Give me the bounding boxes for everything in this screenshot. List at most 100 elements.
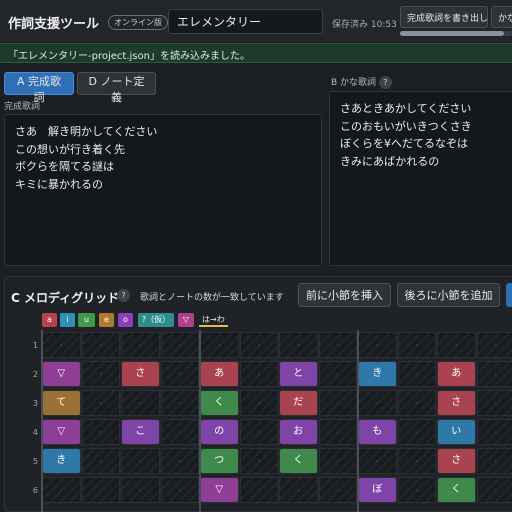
grid-note[interactable]: き xyxy=(359,362,396,386)
grid-note[interactable]: き xyxy=(43,449,80,473)
grid-note[interactable]: つ xyxy=(201,449,238,473)
grid-cell[interactable]: · xyxy=(397,390,436,416)
grid-note[interactable]: さ xyxy=(438,391,475,415)
grid-cell[interactable]: · xyxy=(476,419,512,445)
grid-note[interactable]: お xyxy=(280,420,317,444)
grid-status: 歌詞とノートの数が一致しています xyxy=(140,293,284,303)
save-status: 保存済み 10:53 xyxy=(332,20,397,30)
grid-cell[interactable]: · xyxy=(121,448,160,474)
legend-chip: ?（仮） xyxy=(138,313,174,327)
grid-cell[interactable]: · xyxy=(160,419,199,445)
grid-cell[interactable]: · xyxy=(42,477,81,503)
kana-line: さあときあかしてください xyxy=(340,102,472,115)
grid-note[interactable]: く xyxy=(201,391,238,415)
grid-cell[interactable]: · xyxy=(318,419,357,445)
final-lyrics-textarea[interactable]: さあ 解き明かしてください この想いが行き着く先 ボクらを隔てる謎は キミに暴か… xyxy=(4,114,322,266)
insert-measure-before-button[interactable]: 前に小節を挿入 xyxy=(298,283,391,307)
grid-cell[interactable]: · xyxy=(81,419,120,445)
grid-note[interactable]: あ xyxy=(201,362,238,386)
grid-cell[interactable]: · xyxy=(160,390,199,416)
grid-cell[interactable]: · xyxy=(81,361,120,387)
grid-cell[interactable]: · xyxy=(397,448,436,474)
grid-note[interactable]: さ xyxy=(438,449,475,473)
grid-action-button[interactable] xyxy=(506,283,512,307)
grid-cell[interactable]: · xyxy=(318,477,357,503)
kana-lyrics-label: B かな歌詞 xyxy=(331,78,377,88)
grid-cell[interactable]: · xyxy=(160,448,199,474)
help-icon[interactable]: ? xyxy=(117,289,130,302)
grid-cell[interactable]: · xyxy=(81,448,120,474)
kana-export-button[interactable]: かな xyxy=(491,6,512,28)
grid-cell[interactable]: · xyxy=(160,477,199,503)
tab-final-lyrics[interactable]: A 完成歌詞 xyxy=(4,72,74,104)
help-icon[interactable]: ? xyxy=(378,76,392,89)
add-measure-after-button[interactable]: 後ろに小節を追加 xyxy=(397,283,500,307)
grid-note[interactable]: ▽ xyxy=(43,420,80,444)
grid-cell[interactable]: · xyxy=(397,419,436,445)
grid-cell[interactable]: · xyxy=(279,332,318,358)
grid-note[interactable]: と xyxy=(280,362,317,386)
grid-note[interactable]: く xyxy=(438,478,475,502)
grid-cell[interactable]: · xyxy=(397,361,436,387)
grid-cell[interactable]: · xyxy=(81,390,120,416)
grid-cell[interactable]: · xyxy=(42,332,81,358)
grid-cell[interactable]: · xyxy=(397,477,436,503)
grid-note[interactable]: い xyxy=(438,420,475,444)
app-title: 作詞支援ツール xyxy=(8,17,100,32)
grid-cell[interactable]: · xyxy=(476,477,512,503)
grid-cell[interactable]: · xyxy=(81,332,120,358)
grid-cell[interactable]: · xyxy=(476,448,512,474)
grid-cell[interactable]: · xyxy=(476,361,512,387)
grid-note[interactable]: ぼ xyxy=(359,478,396,502)
grid-cell[interactable]: · xyxy=(437,332,476,358)
grid-cell[interactable]: · xyxy=(239,332,278,358)
grid-cell[interactable]: · xyxy=(318,332,357,358)
grid-cell[interactable]: · xyxy=(239,477,278,503)
grid-cell[interactable]: · xyxy=(318,361,357,387)
grid-cell[interactable]: · xyxy=(239,419,278,445)
grid-note[interactable]: の xyxy=(201,420,238,444)
grid-note[interactable]: て xyxy=(43,391,80,415)
grid-cell[interactable]: · xyxy=(121,477,160,503)
grid-note[interactable]: ▽ xyxy=(43,362,80,386)
row-number: 3 xyxy=(32,399,38,408)
kana-lyrics-textarea[interactable]: さあときあかしてください このおもいがいきつくさき ぼくらを¥へだてるなぞは き… xyxy=(329,91,512,266)
grid-note[interactable]: く xyxy=(280,449,317,473)
legend-chip: u xyxy=(78,313,95,327)
grid-note[interactable]: も xyxy=(359,420,396,444)
load-notice: 「エレメンタリー-project.json」を読み込みました。 xyxy=(0,43,512,63)
tab-note-definition[interactable]: D ノート定義 xyxy=(77,72,156,104)
grid-cell[interactable]: · xyxy=(121,332,160,358)
ha-wa-toggle[interactable]: は→わ xyxy=(199,313,228,327)
grid-cell[interactable]: · xyxy=(318,448,357,474)
grid-note[interactable]: あ xyxy=(438,362,475,386)
grid-cell[interactable]: · xyxy=(239,448,278,474)
grid-cell[interactable]: · xyxy=(476,390,512,416)
grid-cell[interactable]: · xyxy=(358,448,397,474)
grid-cell[interactable]: · xyxy=(358,332,397,358)
melody-grid-title: C メロディグリッド xyxy=(11,291,120,305)
grid-note[interactable]: こ xyxy=(122,420,159,444)
grid-cell[interactable]: · xyxy=(81,477,120,503)
grid-cell[interactable]: · xyxy=(200,332,239,358)
grid-cell[interactable]: · xyxy=(121,390,160,416)
grid-cell[interactable]: · xyxy=(397,332,436,358)
online-badge: オンライン版 xyxy=(108,15,168,30)
grid-cell[interactable]: · xyxy=(160,361,199,387)
grid-note[interactable]: ▽ xyxy=(201,478,238,502)
row-number: 4 xyxy=(32,428,38,437)
grid-note[interactable]: だ xyxy=(280,391,317,415)
grid-note[interactable]: さ xyxy=(122,362,159,386)
grid-cell[interactable]: · xyxy=(239,361,278,387)
grid-cell[interactable]: · xyxy=(318,390,357,416)
grid-cell[interactable]: · xyxy=(239,390,278,416)
grid-cell[interactable]: · xyxy=(476,332,512,358)
row-number: 5 xyxy=(32,457,38,466)
grid-cell[interactable]: · xyxy=(279,477,318,503)
song-title-input[interactable] xyxy=(168,9,323,34)
grid-cell[interactable]: · xyxy=(160,332,199,358)
progress-bar xyxy=(400,31,512,36)
export-lyrics-button[interactable]: 完成歌詞を書き出し xyxy=(400,6,488,28)
grid-cell[interactable]: · xyxy=(358,390,397,416)
row-number: 6 xyxy=(32,486,38,495)
